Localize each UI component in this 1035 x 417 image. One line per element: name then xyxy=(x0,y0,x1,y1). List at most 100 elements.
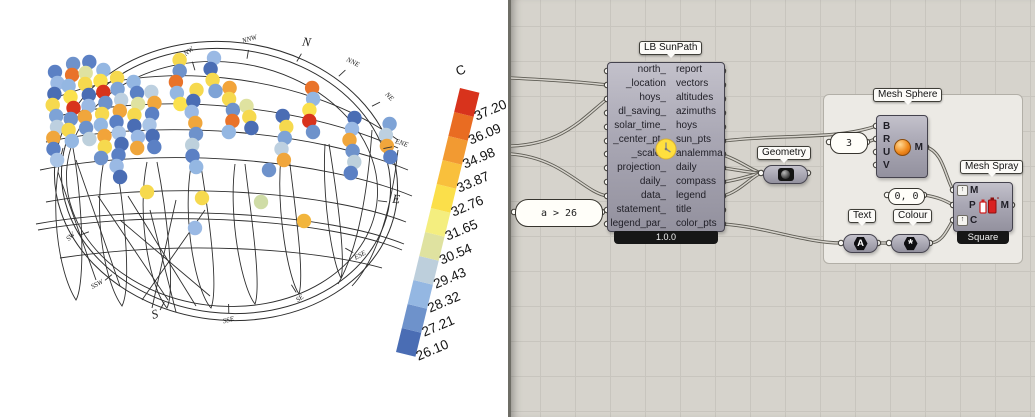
compass-tick xyxy=(159,301,165,311)
grasshopper-canvas[interactable]: LB SunPath north_ _location hoys_ dl_saving… xyxy=(508,0,1035,417)
sun-point xyxy=(187,220,203,236)
lb-output-analemma[interactable]: analemma xyxy=(676,147,723,161)
sun-point xyxy=(383,149,398,165)
screenshot-root: NW NNW N NNE NE ENE E ESE SE SSE S SSW SW 26.10 27.21… xyxy=(0,0,1035,417)
lb-output-azimuths[interactable]: azimuths xyxy=(676,105,722,119)
sun-point xyxy=(343,165,358,181)
sun-point xyxy=(305,124,321,140)
lb-input-north_[interactable]: north_ xyxy=(608,63,666,77)
component-tag-lb-sunpath[interactable]: LB SunPath xyxy=(639,41,703,58)
component-mesh-sphere[interactable]: B R U V M xyxy=(876,115,928,178)
compass-tick xyxy=(371,101,381,107)
compass-tick xyxy=(191,61,196,71)
sun-points-layer xyxy=(45,50,398,236)
sun-point xyxy=(82,131,97,147)
lb-output-report[interactable]: report xyxy=(676,63,722,77)
compass-label-se: SE xyxy=(294,292,306,303)
sun-point xyxy=(130,140,145,156)
panel-point[interactable]: 0, 0 xyxy=(888,188,925,205)
component-tag-colour[interactable]: Colour xyxy=(893,209,933,226)
compass-label-ne: NE xyxy=(383,90,396,103)
lb-output-daily[interactable]: daily xyxy=(676,161,722,175)
lb-output-hoys[interactable]: hoys xyxy=(676,119,722,133)
lb-input-legend_par_[interactable]: legend_par_ xyxy=(608,217,666,231)
mesh-sphere-input-v[interactable]: V xyxy=(883,159,890,172)
compass-tick xyxy=(291,284,297,293)
sun-icon xyxy=(655,138,677,160)
wire[interactable] xyxy=(928,218,955,245)
spray-can-icon xyxy=(978,195,1000,222)
graft-icon: ↑ xyxy=(957,215,968,226)
component-tag-mesh-sphere[interactable]: Mesh Sphere xyxy=(873,88,943,105)
mesh-sphere-input-r[interactable]: R xyxy=(883,133,890,146)
mesh-spray-input-p[interactable]: P xyxy=(969,200,976,211)
lb-output-title[interactable]: title xyxy=(676,203,722,217)
mesh-spray-input-m[interactable]: ↑ M xyxy=(957,185,978,196)
compass-label-nnw: NNW xyxy=(240,33,259,45)
lb-output-compass[interactable]: compass xyxy=(676,175,722,189)
colour-icon: * xyxy=(903,236,918,251)
sun-point xyxy=(93,150,109,166)
lb-input-hoys_[interactable]: hoys_ xyxy=(608,91,666,105)
sun-point xyxy=(194,190,210,206)
lb-input-statement_[interactable]: statement_ xyxy=(608,203,666,217)
compass-label-e: E xyxy=(391,192,401,207)
wire-core xyxy=(511,153,608,197)
lb-output-color_pts[interactable]: color_pts xyxy=(676,217,722,231)
component-tag-geometry[interactable]: Geometry xyxy=(757,146,811,163)
wire[interactable] xyxy=(511,97,609,148)
wire[interactable] xyxy=(924,145,955,192)
param-text[interactable]: A xyxy=(843,234,878,253)
compass-tick xyxy=(345,247,354,253)
mesh-sphere-input-u[interactable]: U xyxy=(883,146,890,159)
mesh-sphere-output-m[interactable]: M xyxy=(915,142,923,153)
wire-core xyxy=(511,98,608,147)
sun-point xyxy=(64,133,80,149)
lb-input-dl_saving_[interactable]: dl_saving_ xyxy=(608,105,666,119)
lb-output-altitudes[interactable]: altitudes xyxy=(676,91,722,105)
sun-point xyxy=(221,124,236,140)
sun-point xyxy=(49,152,65,168)
lb-input-solar_time_[interactable]: solar_time_ xyxy=(608,119,666,133)
sunpath-viewport: NW NNW N NNE NE ENE E ESE SE SSE S SSW SW 26.10 27.21… xyxy=(0,0,509,417)
param-geometry[interactable] xyxy=(763,165,808,184)
legend-layer: 26.1027.2128.3229.4330.5431.6532.7633.87… xyxy=(396,61,509,363)
component-tag-text[interactable]: Text xyxy=(848,209,877,226)
lb-input-_location[interactable]: _location xyxy=(608,77,666,91)
sun-point xyxy=(261,162,277,178)
compass-tick xyxy=(338,69,346,77)
lb-output-vectors[interactable]: vectors xyxy=(676,77,722,91)
compass-label-ese: ESE xyxy=(352,249,368,263)
lb-input-data_[interactable]: data_ xyxy=(608,189,666,203)
panel-statement[interactable]: a > 26 xyxy=(515,199,603,227)
sunpath-svg: NWNNW NNNENEENEEESESESSESSSWSW 26.1027.21… xyxy=(35,33,509,363)
sun-point xyxy=(276,152,292,168)
sun-point xyxy=(244,120,259,136)
sun-point xyxy=(147,139,162,155)
compass-label-n: N xyxy=(300,34,312,49)
mesh-sphere-input-b[interactable]: B xyxy=(883,120,890,133)
mesh-spray-output-m[interactable]: M xyxy=(1001,200,1009,211)
param-colour[interactable]: * xyxy=(891,234,930,253)
sun-point xyxy=(112,169,128,185)
mesh-sphere-icon xyxy=(894,139,911,156)
lb-input-daily_[interactable]: daily_ xyxy=(608,175,666,189)
sunpath-wireframe xyxy=(35,40,413,322)
component-tag-mesh-spray[interactable]: Mesh Spray xyxy=(960,160,1024,177)
legend-title: C xyxy=(453,61,468,78)
component-mesh-spray[interactable]: ↑ M P ↑ C M Square xyxy=(953,182,1013,244)
sun-point xyxy=(189,159,204,175)
mesh-spray-input-c[interactable]: ↑ C xyxy=(957,215,977,226)
lb-sunpath-outputs[interactable]: report vectors altitudes azimuths hoys sun_pt… xyxy=(676,63,723,231)
lb-output-sun_pts[interactable]: sun_pts xyxy=(676,133,722,147)
panel-radius[interactable]: 3 xyxy=(830,132,868,154)
geometry-icon xyxy=(777,168,794,181)
lb-output-legend[interactable]: legend xyxy=(676,189,722,203)
compass-tick xyxy=(378,200,388,203)
lb-input-projection_[interactable]: projection_ xyxy=(608,161,666,175)
wire-core xyxy=(511,77,608,86)
mesh-spray-nickname-bar: Square xyxy=(957,231,1009,244)
sun-point xyxy=(208,83,223,99)
component-lb-sunpath[interactable]: north_ _location hoys_ dl_saving_ solar_time… xyxy=(607,62,725,244)
sun-point xyxy=(253,194,269,210)
